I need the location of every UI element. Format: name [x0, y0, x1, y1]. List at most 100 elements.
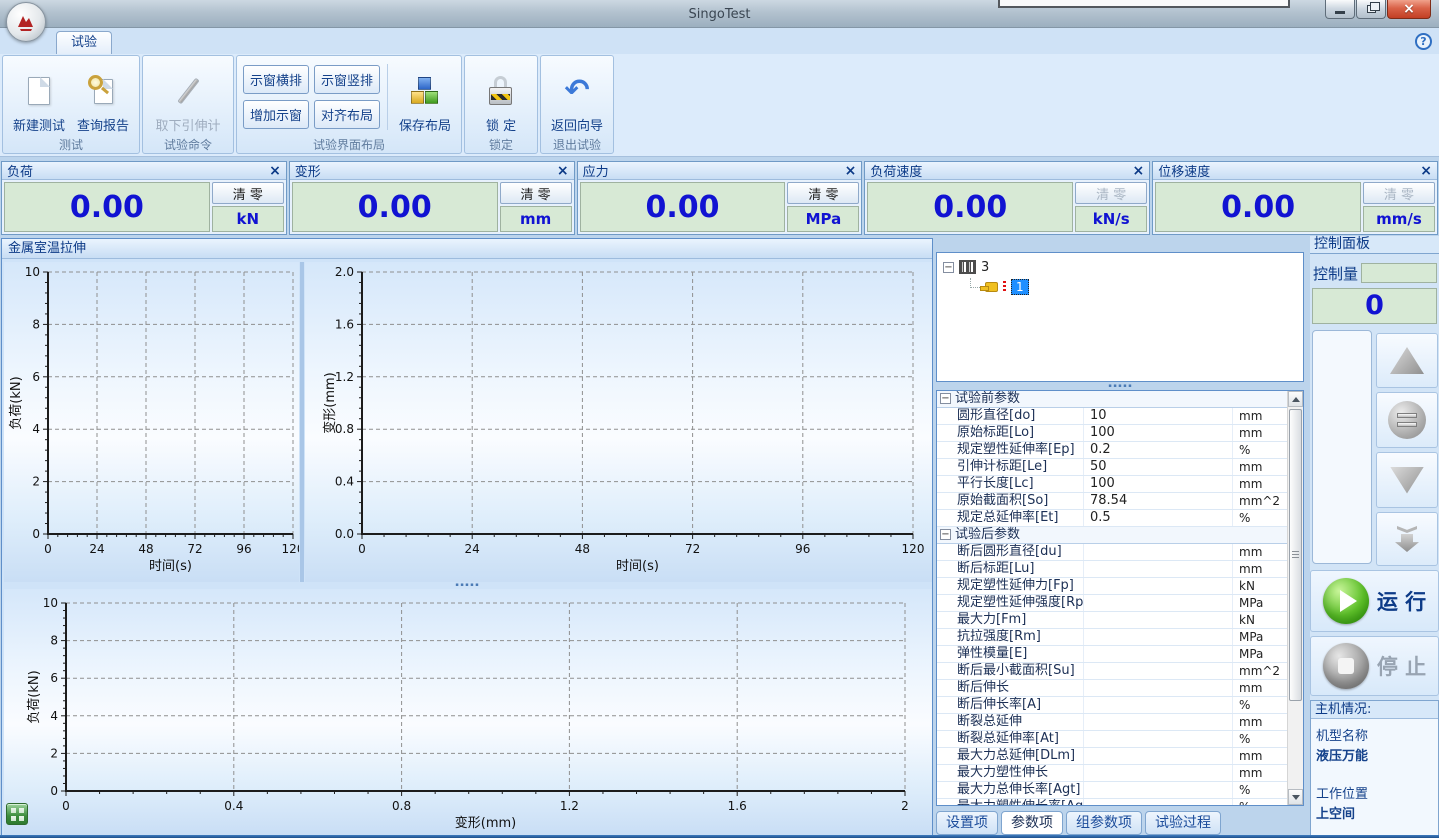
tab-settings-items[interactable]: 设置项 [936, 811, 998, 835]
collapse-icon[interactable]: − [940, 529, 951, 540]
param-row[interactable]: 最大力总伸长率[Agt]% [937, 782, 1287, 799]
position-slider[interactable] [1312, 330, 1372, 564]
param-row[interactable]: 最大力[Fm]kN [937, 612, 1287, 629]
specimen-tree[interactable]: − 3 1 [936, 252, 1304, 382]
scroll-up-button[interactable] [1288, 391, 1303, 407]
param-value[interactable]: 100 [1084, 425, 1233, 441]
run-button[interactable]: 运 行 [1310, 570, 1439, 632]
param-row[interactable]: 圆形直径[do]10mm [937, 408, 1287, 425]
param-row[interactable]: 规定总延伸率[Et]0.5% [937, 510, 1287, 527]
param-row[interactable]: 引伸计标距[Le]50mm [937, 459, 1287, 476]
param-row[interactable]: 最大力总延伸[DLm]mm [937, 748, 1287, 765]
stop-button[interactable]: 停 止 [1310, 636, 1439, 696]
param-value[interactable]: 50 [1084, 459, 1233, 475]
move-up-button[interactable] [1376, 333, 1438, 388]
chart-load-time[interactable]: 0244872961200246810时间(s)负荷(kN) [4, 262, 299, 582]
param-row[interactable]: 断后圆形直径[du]mm [937, 544, 1287, 561]
param-row[interactable]: 最大力塑性伸长mm [937, 765, 1287, 782]
param-value[interactable] [1084, 731, 1233, 747]
tab-test[interactable]: 试验 [56, 31, 112, 54]
tab-parameter-items[interactable]: 参数项 [1001, 811, 1063, 835]
tree-root-node[interactable]: − 3 [943, 258, 1297, 276]
param-value[interactable] [1084, 748, 1233, 764]
param-value[interactable]: 100 [1084, 476, 1233, 492]
save-layout-button[interactable]: 保存布局 [395, 58, 455, 136]
param-row[interactable]: 弹性模量[E]MPa [937, 646, 1287, 663]
param-value[interactable] [1084, 680, 1233, 696]
table-scrollbar[interactable] [1287, 391, 1303, 805]
tree-child-node[interactable]: 1 [970, 278, 1297, 296]
tab-group-parameter-items[interactable]: 组参数项 [1066, 811, 1142, 835]
param-row[interactable]: 断裂总延伸率[At]% [937, 731, 1287, 748]
scrollbar-thumb[interactable] [1289, 409, 1302, 701]
app-logo[interactable] [6, 2, 46, 42]
chart-load-deformation[interactable]: 00.40.81.21.620246810变形(mm)负荷(kN) [4, 589, 932, 835]
param-value[interactable] [1084, 561, 1233, 577]
add-window-button[interactable]: 增加示窗 [243, 100, 309, 129]
collapse-icon[interactable]: − [943, 262, 954, 273]
control-amount-input[interactable] [1361, 263, 1437, 283]
param-row[interactable]: 原始截面积[So]78.54mm^2 [937, 493, 1287, 510]
param-value[interactable] [1084, 578, 1233, 594]
param-row[interactable]: 断后最小截面积[Su]mm^2 [937, 663, 1287, 680]
fast-down-button[interactable] [1376, 512, 1438, 566]
tree-selected-specimen[interactable]: 1 [1011, 279, 1029, 295]
param-row[interactable]: 原始标距[Lo]100mm [937, 425, 1287, 442]
param-value[interactable] [1084, 782, 1233, 798]
query-report-button[interactable]: 查询报告 [73, 58, 133, 136]
param-row[interactable]: 断后伸长mm [937, 680, 1287, 697]
collapse-icon[interactable]: − [940, 393, 951, 404]
param-value[interactable] [1084, 697, 1233, 713]
close-icon[interactable]: × [1132, 164, 1144, 178]
close-icon[interactable]: × [557, 164, 569, 178]
param-row[interactable]: 断后标距[Lu]mm [937, 561, 1287, 578]
clear-button[interactable]: 清 零 [787, 182, 859, 204]
clear-button[interactable]: 清 零 [500, 182, 572, 204]
param-group-header[interactable]: −试验后参数 [937, 527, 1287, 544]
new-test-button[interactable]: 新建测试 [9, 58, 69, 136]
param-row[interactable]: 断裂总延伸mm [937, 714, 1287, 731]
lock-button[interactable]: 锁 定 [471, 58, 531, 136]
param-row[interactable]: 断后伸长率[A]% [937, 697, 1287, 714]
windows-horizontal-button[interactable]: 示窗横排 [243, 65, 309, 94]
align-layout-button[interactable]: 对齐布局 [314, 100, 380, 129]
param-value[interactable] [1084, 629, 1233, 645]
param-row[interactable]: 规定塑性延伸强度[Rp]MPa [937, 595, 1287, 612]
param-row[interactable]: 规定塑性延伸力[Fp]kN [937, 578, 1287, 595]
param-row[interactable]: 平行长度[Lc]100mm [937, 476, 1287, 493]
panel-splitter[interactable] [936, 384, 1304, 389]
windows-vertical-button[interactable]: 示窗竖排 [314, 65, 380, 94]
param-value[interactable]: 78.54 [1084, 493, 1233, 509]
layout-grid-button[interactable] [6, 803, 28, 825]
param-value[interactable] [1084, 612, 1233, 628]
chart-splitter-horizontal[interactable] [2, 583, 932, 588]
param-value[interactable]: 0.2 [1084, 442, 1233, 458]
param-value[interactable] [1084, 714, 1233, 730]
param-value[interactable] [1084, 663, 1233, 679]
param-value[interactable]: 10 [1084, 408, 1233, 424]
help-icon[interactable]: ? [1415, 33, 1432, 50]
chart-splitter-vertical[interactable] [300, 262, 304, 582]
param-row[interactable]: 最大力塑性伸长率[Ag]% [937, 799, 1287, 805]
param-value[interactable] [1084, 799, 1233, 805]
param-row[interactable]: 规定塑性延伸率[Ep]0.2% [937, 442, 1287, 459]
param-value[interactable]: 0.5 [1084, 510, 1233, 526]
clear-button[interactable]: 清 零 [212, 182, 284, 204]
minimize-button[interactable] [1325, 0, 1355, 19]
param-group-header[interactable]: −试验前参数 [937, 391, 1287, 408]
close-icon[interactable]: × [269, 164, 281, 178]
param-row[interactable]: 抗拉强度[Rm]MPa [937, 629, 1287, 646]
close-button[interactable]: × [1387, 0, 1431, 19]
clear-button[interactable]: 清 零 [1075, 182, 1147, 204]
close-icon[interactable]: × [845, 164, 857, 178]
return-wizard-button[interactable]: ↶ 返回向导 [547, 58, 607, 136]
param-value[interactable] [1084, 544, 1233, 560]
move-down-button[interactable] [1376, 452, 1438, 508]
restore-button[interactable] [1356, 0, 1386, 19]
remove-extensometer-button[interactable]: 取下引伸计 [149, 58, 227, 136]
clear-button[interactable]: 清 零 [1363, 182, 1435, 204]
close-icon[interactable]: × [1420, 164, 1432, 178]
tab-test-process[interactable]: 试验过程 [1145, 811, 1221, 835]
chart-deformation-time[interactable]: 0244872961200.00.40.81.21.62.0时间(s)变形(mm… [305, 262, 932, 582]
param-value[interactable] [1084, 646, 1233, 662]
